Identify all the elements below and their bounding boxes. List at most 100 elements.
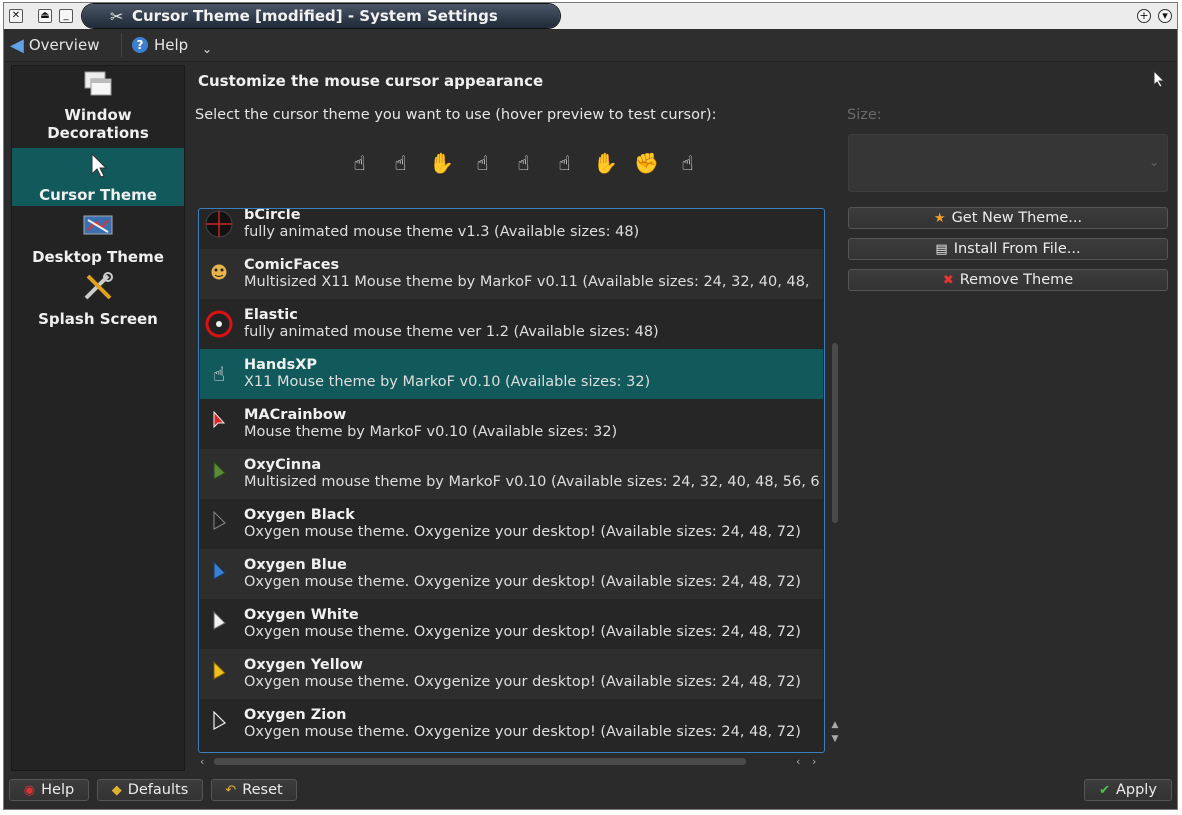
size-combobox[interactable]: ⌄ bbox=[848, 134, 1168, 192]
checkmark-icon: ✔ bbox=[1099, 782, 1110, 798]
oxygen-white-icon bbox=[204, 609, 234, 639]
theme-description: Oxygen mouse theme. Oxygenize your deskt… bbox=[244, 674, 801, 690]
theme-description: Oxygen mouse theme. Oxygenize your deskt… bbox=[244, 524, 801, 540]
theme-description: Mouse theme by MarkoF v0.10 (Available s… bbox=[244, 424, 618, 440]
scrollbar-thumb[interactable] bbox=[832, 343, 838, 523]
hand-link-icon[interactable]: ☝ bbox=[462, 151, 503, 181]
defaults-button[interactable]: ◆ Defaults bbox=[97, 779, 203, 801]
reset-button[interactable]: ↶ Reset bbox=[211, 779, 297, 801]
theme-description: Multisized X11 Mouse theme by MarkoF v0.… bbox=[244, 274, 810, 290]
theme-description: Oxygen mouse theme. Oxygenize your deskt… bbox=[244, 574, 801, 590]
window-title-pill[interactable]: ✂ Cursor Theme [modified] - System Setti… bbox=[82, 4, 560, 28]
theme-name: ComicFaces bbox=[244, 257, 340, 273]
theme-name: Elastic bbox=[244, 307, 298, 323]
get-new-theme-button[interactable]: ★ Get New Theme... bbox=[848, 207, 1168, 229]
theme-list[interactable]: bCircle fully animated mouse theme v1.3 … bbox=[198, 208, 825, 753]
list-item[interactable]: Elastic fully animated mouse theme ver 1… bbox=[200, 299, 823, 349]
page-title: Customize the mouse cursor appearance bbox=[198, 72, 544, 90]
list-item[interactable]: bCircle fully animated mouse theme v1.3 … bbox=[200, 208, 823, 249]
theme-name: HandsXP bbox=[244, 357, 318, 373]
minimize-icon[interactable]: _ bbox=[59, 9, 73, 23]
list-item[interactable]: Oxygen Yellow Oxygen mouse theme. Oxygen… bbox=[200, 649, 823, 699]
oxygen-yellow-icon bbox=[204, 659, 234, 689]
install-from-file-button[interactable]: ▤ Install From File... bbox=[848, 238, 1168, 260]
button-label: Reset bbox=[242, 782, 283, 798]
category-sidebar: Window Decorations Cursor Theme Desktop … bbox=[11, 65, 185, 771]
theme-description: Oxygen mouse theme. Oxygenize your deskt… bbox=[244, 724, 801, 740]
list-item[interactable]: ComicFaces Multisized X11 Mouse theme by… bbox=[200, 249, 823, 299]
close-icon[interactable]: ✕ bbox=[9, 9, 23, 23]
hand-stop-icon[interactable]: ✋ bbox=[421, 151, 462, 181]
theme-name: Oxygen Yellow bbox=[244, 657, 364, 673]
sidebar-item-cursor-theme[interactable]: Cursor Theme bbox=[12, 148, 184, 206]
sidebar-item-window-decorations[interactable]: Window Decorations bbox=[12, 70, 184, 146]
hand-help-icon[interactable]: ☝ bbox=[503, 151, 544, 181]
scroll-down-icon[interactable]: ▼ bbox=[830, 734, 840, 744]
theme-description: X11 Mouse theme by MarkoF v0.10 (Availab… bbox=[244, 374, 651, 390]
size-label: Size: bbox=[847, 107, 882, 123]
oxygen-blue-icon bbox=[204, 559, 234, 589]
sidebar-item-desktop-theme[interactable]: Desktop Theme bbox=[12, 212, 184, 268]
maximize-icon[interactable]: + bbox=[1137, 9, 1151, 23]
list-item-selected[interactable]: ☝ HandsXP X11 Mouse theme by MarkoF v0.1… bbox=[200, 349, 823, 399]
horizontal-scrollbar[interactable]: ‹ ‹ › bbox=[198, 755, 825, 769]
help-button[interactable]: ◉ Help bbox=[9, 779, 89, 801]
sidebar-item-splash-screen[interactable]: Splash Screen bbox=[12, 272, 184, 328]
theme-description: fully animated mouse theme ver 1.2 (Avai… bbox=[244, 324, 659, 340]
hand-cross-icon[interactable]: ☝ bbox=[667, 151, 708, 181]
remove-theme-button[interactable]: ✖ Remove Theme bbox=[848, 269, 1168, 291]
cursor-preview[interactable]: ☝ ☝ ✋ ☝ ☝ ☝ ✋ ✊ ☝ bbox=[339, 151, 708, 181]
keep-above-icon[interactable]: ⏏ bbox=[38, 9, 52, 23]
oxygen-black-icon bbox=[204, 509, 234, 539]
list-item[interactable]: Oxygen White Oxygen mouse theme. Oxygeni… bbox=[200, 599, 823, 649]
hand-resize-icon[interactable]: ☝ bbox=[544, 151, 585, 181]
theme-name: OxyCinna bbox=[244, 457, 322, 473]
menu-icon[interactable]: ▾ bbox=[1158, 9, 1172, 23]
vertical-scrollbar[interactable]: ▲ ▼ bbox=[830, 208, 840, 753]
hand-grab-icon[interactable]: ✊ bbox=[626, 151, 667, 181]
sidebar-item-label: Window Decorations bbox=[47, 106, 149, 142]
settings-window: ✕ ⏏ _ ✂ Cursor Theme [modified] - System… bbox=[3, 2, 1178, 810]
hand-pointer-icon[interactable]: ☝ bbox=[339, 151, 380, 181]
theme-name: Oxygen Black bbox=[244, 507, 355, 523]
theme-description: fully animated mouse theme v1.3 (Availab… bbox=[244, 224, 640, 240]
theme-name: bCircle bbox=[244, 208, 301, 223]
oxygen-zion-icon bbox=[204, 709, 234, 739]
scrollbar-thumb[interactable] bbox=[214, 758, 746, 765]
star-icon: ★ bbox=[933, 210, 946, 226]
undo-icon: ↶ bbox=[225, 782, 237, 798]
scroll-left-icon[interactable]: ‹ bbox=[796, 755, 800, 768]
chevron-down-icon[interactable]: ⌄ bbox=[202, 39, 212, 59]
list-item[interactable]: Oxygen Black Oxygen mouse theme. Oxygeni… bbox=[200, 499, 823, 549]
list-item[interactable]: Oxygen Blue Oxygen mouse theme. Oxygeniz… bbox=[200, 549, 823, 599]
pointer-icon bbox=[1152, 69, 1166, 93]
list-item[interactable]: Oxygen Zion Oxygen mouse theme. Oxygeniz… bbox=[200, 699, 823, 749]
remove-x-icon: ✖ bbox=[942, 272, 954, 288]
toolbar-separator bbox=[121, 33, 122, 57]
scroll-left-icon[interactable]: ‹ bbox=[200, 755, 204, 768]
button-label: Defaults bbox=[127, 782, 189, 798]
oxycinna-icon bbox=[204, 459, 234, 489]
windows-icon bbox=[12, 70, 184, 106]
scroll-up-icon[interactable]: ▲ bbox=[830, 720, 840, 730]
hand-busy-icon[interactable]: ☝ bbox=[380, 151, 421, 181]
bcircle-icon bbox=[204, 209, 234, 239]
button-label: Apply bbox=[1115, 782, 1157, 798]
list-item[interactable]: OxyCinna Multisized mouse theme by Marko… bbox=[200, 449, 823, 499]
elastic-icon bbox=[204, 309, 234, 339]
cursor-icon bbox=[12, 152, 184, 186]
tools-icon bbox=[12, 272, 184, 310]
sidebar-item-label: Desktop Theme bbox=[32, 248, 164, 266]
button-label: Install From File... bbox=[953, 241, 1081, 257]
scroll-right-icon[interactable]: › bbox=[812, 755, 816, 768]
back-arrow-icon: ◀ bbox=[10, 34, 24, 56]
help-label: Help bbox=[154, 36, 189, 54]
hand-open-icon[interactable]: ✋ bbox=[585, 151, 626, 181]
title-bar[interactable]: ✕ ⏏ _ ✂ Cursor Theme [modified] - System… bbox=[4, 3, 1177, 29]
document-icon: ▤ bbox=[935, 241, 948, 257]
overview-button[interactable]: ◀ Overview bbox=[10, 34, 99, 56]
list-item[interactable]: MACrainbow Mouse theme by MarkoF v0.10 (… bbox=[200, 399, 823, 449]
help-menu-button[interactable]: ? Help bbox=[132, 35, 188, 55]
desktop-icon bbox=[12, 212, 184, 248]
apply-button[interactable]: ✔ Apply bbox=[1084, 779, 1172, 801]
